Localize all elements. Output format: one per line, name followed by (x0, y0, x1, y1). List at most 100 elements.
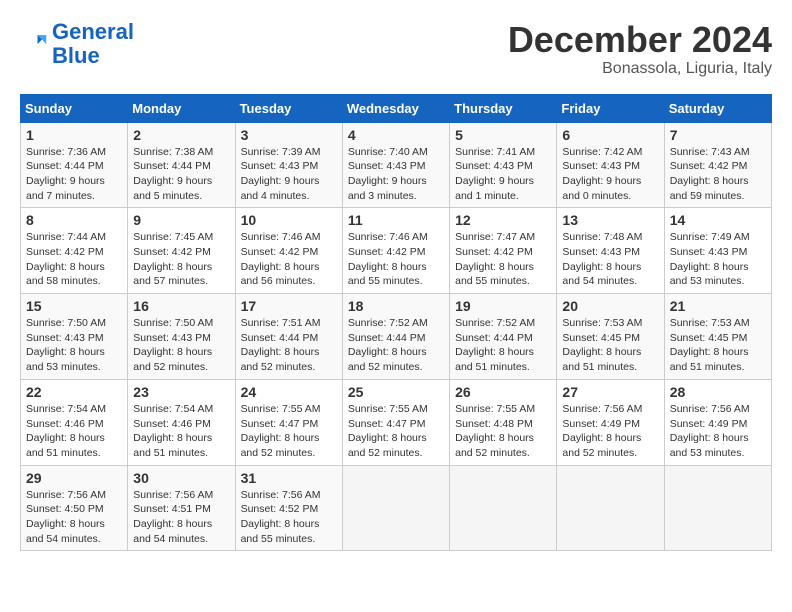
day-number: 7 (670, 127, 766, 143)
day-info: Sunrise: 7:44 AM Sunset: 4:42 PM Dayligh… (26, 231, 106, 287)
col-tuesday: Tuesday (235, 94, 342, 122)
day-number: 31 (241, 470, 337, 486)
day-number: 22 (26, 384, 122, 400)
day-number: 11 (348, 212, 444, 228)
table-row: 30Sunrise: 7:56 AM Sunset: 4:51 PM Dayli… (128, 465, 235, 551)
calendar-week-row: 29Sunrise: 7:56 AM Sunset: 4:50 PM Dayli… (21, 465, 772, 551)
table-row: 28 Sunrise: 7:56 AM Sunset: 4:49 PM Dayli… (664, 379, 771, 465)
table-row: 22 Sunrise: 7:54 AM Sunset: 4:46 PM Dayli… (21, 379, 128, 465)
table-row: 25 Sunrise: 7:55 AM Sunset: 4:47 PM Dayli… (342, 379, 449, 465)
table-row: 27Sunrise: 7:56 AM Sunset: 4:49 PM Dayli… (557, 379, 664, 465)
table-row: 1Sunrise: 7:36 AM Sunset: 4:44 PM Daylig… (21, 122, 128, 208)
table-row: 20 Sunrise: 7:53 AM Sunset: 4:45 PM Dayli… (557, 294, 664, 380)
day-number: 25 (348, 384, 444, 400)
day-info: Sunrise: 7:56 AM Sunset: 4:50 PM Dayligh… (26, 489, 106, 545)
location-title: Bonassola, Liguria, Italy (508, 60, 772, 78)
day-number: 3 (241, 127, 337, 143)
table-row (664, 465, 771, 551)
table-row: 8 Sunrise: 7:44 AM Sunset: 4:42 PM Daylig… (21, 208, 128, 294)
header: General Blue December 2024 Bonassola, Li… (20, 20, 772, 78)
table-row: 12 Sunrise: 7:47 AM Sunset: 4:42 PM Dayli… (450, 208, 557, 294)
table-row: 15 Sunrise: 7:50 AM Sunset: 4:43 PM Dayli… (21, 294, 128, 380)
table-row: 11Sunrise: 7:46 AM Sunset: 4:42 PM Dayli… (342, 208, 449, 294)
day-info: Sunrise: 7:46 AM Sunset: 4:42 PM Dayligh… (241, 231, 321, 287)
day-info: Sunrise: 7:39 AM Sunset: 4:43 PM Dayligh… (241, 146, 321, 202)
table-row (450, 465, 557, 551)
day-number: 15 (26, 298, 122, 314)
table-row: 23Sunrise: 7:54 AM Sunset: 4:46 PM Dayli… (128, 379, 235, 465)
logo-line2: Blue (52, 43, 100, 68)
day-info: Sunrise: 7:52 AM Sunset: 4:44 PM Dayligh… (348, 317, 428, 373)
table-row: 19 Sunrise: 7:52 AM Sunset: 4:44 PM Dayli… (450, 294, 557, 380)
table-row (342, 465, 449, 551)
table-row: 3 Sunrise: 7:39 AM Sunset: 4:43 PM Daylig… (235, 122, 342, 208)
day-number: 12 (455, 212, 551, 228)
day-number: 20 (562, 298, 658, 314)
table-row: 17Sunrise: 7:51 AM Sunset: 4:44 PM Dayli… (235, 294, 342, 380)
day-info: Sunrise: 7:54 AM Sunset: 4:46 PM Dayligh… (26, 403, 106, 459)
day-info: Sunrise: 7:41 AM Sunset: 4:43 PM Dayligh… (455, 146, 535, 202)
table-row: 18 Sunrise: 7:52 AM Sunset: 4:44 PM Dayli… (342, 294, 449, 380)
table-row: 16Sunrise: 7:50 AM Sunset: 4:43 PM Dayli… (128, 294, 235, 380)
calendar-week-row: 8 Sunrise: 7:44 AM Sunset: 4:42 PM Daylig… (21, 208, 772, 294)
day-number: 4 (348, 127, 444, 143)
table-row: 26 Sunrise: 7:55 AM Sunset: 4:48 PM Dayli… (450, 379, 557, 465)
table-row: 9Sunrise: 7:45 AM Sunset: 4:42 PM Daylig… (128, 208, 235, 294)
day-number: 21 (670, 298, 766, 314)
day-info: Sunrise: 7:55 AM Sunset: 4:47 PM Dayligh… (348, 403, 428, 459)
day-number: 30 (133, 470, 229, 486)
calendar-week-row: 22 Sunrise: 7:54 AM Sunset: 4:46 PM Dayli… (21, 379, 772, 465)
day-number: 28 (670, 384, 766, 400)
day-info: Sunrise: 7:42 AM Sunset: 4:43 PM Dayligh… (562, 146, 642, 202)
day-info: Sunrise: 7:47 AM Sunset: 4:42 PM Dayligh… (455, 231, 535, 287)
day-info: Sunrise: 7:50 AM Sunset: 4:43 PM Dayligh… (26, 317, 106, 373)
day-number: 17 (241, 298, 337, 314)
day-number: 5 (455, 127, 551, 143)
table-row: 13Sunrise: 7:48 AM Sunset: 4:43 PM Dayli… (557, 208, 664, 294)
day-info: Sunrise: 7:53 AM Sunset: 4:45 PM Dayligh… (670, 317, 750, 373)
day-info: Sunrise: 7:56 AM Sunset: 4:49 PM Dayligh… (670, 403, 750, 459)
table-row: 10 Sunrise: 7:46 AM Sunset: 4:42 PM Dayli… (235, 208, 342, 294)
col-wednesday: Wednesday (342, 94, 449, 122)
day-number: 8 (26, 212, 122, 228)
day-info: Sunrise: 7:52 AM Sunset: 4:44 PM Dayligh… (455, 317, 535, 373)
calendar-header-row: Sunday Monday Tuesday Wednesday Thursday… (21, 94, 772, 122)
day-number: 18 (348, 298, 444, 314)
day-number: 16 (133, 298, 229, 314)
day-number: 14 (670, 212, 766, 228)
logo-icon (20, 30, 48, 58)
table-row: 21 Sunrise: 7:53 AM Sunset: 4:45 PM Dayli… (664, 294, 771, 380)
day-number: 6 (562, 127, 658, 143)
table-row: 5 Sunrise: 7:41 AM Sunset: 4:43 PM Daylig… (450, 122, 557, 208)
col-sunday: Sunday (21, 94, 128, 122)
table-row: 14 Sunrise: 7:49 AM Sunset: 4:43 PM Dayli… (664, 208, 771, 294)
day-number: 23 (133, 384, 229, 400)
day-info: Sunrise: 7:36 AM Sunset: 4:44 PM Dayligh… (26, 146, 106, 202)
day-info: Sunrise: 7:38 AM Sunset: 4:44 PM Dayligh… (133, 146, 213, 202)
day-number: 13 (562, 212, 658, 228)
day-number: 10 (241, 212, 337, 228)
calendar-week-row: 15 Sunrise: 7:50 AM Sunset: 4:43 PM Dayli… (21, 294, 772, 380)
table-row: 6 Sunrise: 7:42 AM Sunset: 4:43 PM Daylig… (557, 122, 664, 208)
day-info: Sunrise: 7:55 AM Sunset: 4:48 PM Dayligh… (455, 403, 535, 459)
logo-line1: General (52, 19, 134, 44)
day-number: 27 (562, 384, 658, 400)
day-info: Sunrise: 7:49 AM Sunset: 4:43 PM Dayligh… (670, 231, 750, 287)
title-area: December 2024 Bonassola, Liguria, Italy (508, 20, 772, 78)
day-info: Sunrise: 7:43 AM Sunset: 4:42 PM Dayligh… (670, 146, 750, 202)
table-row: 2Sunrise: 7:38 AM Sunset: 4:44 PM Daylig… (128, 122, 235, 208)
day-number: 26 (455, 384, 551, 400)
table-row: 31Sunrise: 7:56 AM Sunset: 4:52 PM Dayli… (235, 465, 342, 551)
col-saturday: Saturday (664, 94, 771, 122)
calendar-table: Sunday Monday Tuesday Wednesday Thursday… (20, 94, 772, 552)
table-row: 4 Sunrise: 7:40 AM Sunset: 4:43 PM Daylig… (342, 122, 449, 208)
month-title: December 2024 (508, 20, 772, 60)
col-monday: Monday (128, 94, 235, 122)
day-info: Sunrise: 7:55 AM Sunset: 4:47 PM Dayligh… (241, 403, 321, 459)
day-number: 19 (455, 298, 551, 314)
table-row (557, 465, 664, 551)
table-row: 7 Sunrise: 7:43 AM Sunset: 4:42 PM Daylig… (664, 122, 771, 208)
day-info: Sunrise: 7:40 AM Sunset: 4:43 PM Dayligh… (348, 146, 428, 202)
logo: General Blue (20, 20, 134, 68)
day-info: Sunrise: 7:53 AM Sunset: 4:45 PM Dayligh… (562, 317, 642, 373)
